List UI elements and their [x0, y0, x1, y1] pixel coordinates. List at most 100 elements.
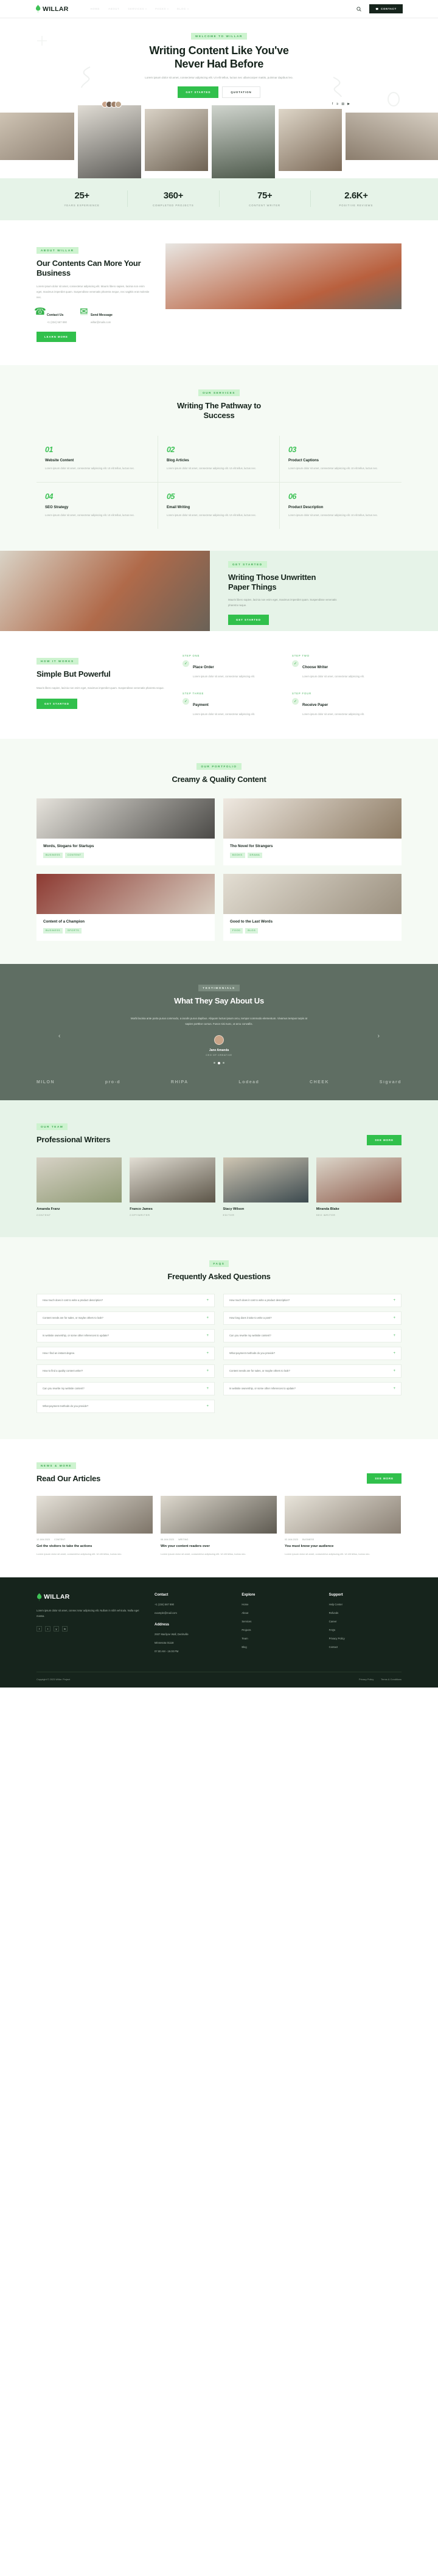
team-see-more-button[interactable]: SEE MORE [367, 1134, 401, 1145]
next-arrow-icon[interactable]: › [378, 1033, 380, 1039]
footer-link-privacy[interactable]: Privacy Policy [329, 1637, 401, 1640]
member-name: Amanda Franz [36, 1207, 60, 1211]
team-member[interactable]: Stacy Wilson EDITOR [223, 1157, 308, 1216]
facebook-icon[interactable]: f [332, 102, 333, 106]
service-card[interactable]: 05 Email Writing Lorem ipsum dolor sit a… [158, 483, 280, 529]
twitter-icon[interactable]: t [45, 1626, 50, 1632]
service-card[interactable]: 04 SEO Strategy Lorem ipsum dolor sit am… [36, 483, 158, 529]
footer-logo[interactable]: WILLAR [36, 1593, 140, 1601]
footer-link-projects[interactable]: Projects [242, 1628, 314, 1632]
testimonial-title: What They Say About Us [174, 996, 264, 1005]
faq-item[interactable]: Content needs are for sales, or maybe ot… [223, 1364, 401, 1378]
plus-icon: + [206, 1369, 209, 1373]
footer-link-help-center[interactable]: Help Center [329, 1603, 401, 1606]
service-number: 06 [288, 492, 296, 501]
faq-item[interactable]: What payment methods do you provide? + [223, 1346, 401, 1360]
contact-us-value[interactable]: +1 (234) 567 890 [47, 321, 67, 324]
faq-item[interactable]: Is website ownership, or some other refe… [36, 1328, 215, 1342]
footer-privacy-policy-link[interactable]: Privacy Policy [359, 1678, 374, 1681]
portfolio-card[interactable]: Words, Slogans for Startups BUSINESS CONT… [36, 798, 215, 865]
prev-arrow-icon[interactable]: ‹ [58, 1033, 60, 1039]
nav-item-about[interactable]: ABOUT [108, 7, 119, 10]
service-desc: Lorem ipsum dolor sit amet, consectetur … [166, 466, 257, 470]
footer-link-team[interactable]: Team [242, 1637, 314, 1640]
youtube-icon[interactable]: ▶ [347, 102, 350, 106]
faq-eyebrow: FAQS [209, 1260, 229, 1267]
footer-hours: 07.00 AM - 19.00 PM [155, 1649, 179, 1653]
linkedin-icon[interactable]: in [62, 1626, 68, 1632]
portfolio-tag[interactable]: FOOD [230, 927, 243, 934]
faq-item[interactable]: How I find an instant degree. + [36, 1346, 215, 1360]
faq-item[interactable]: How long does it take to write a post? + [223, 1311, 401, 1325]
get-started-button[interactable]: GET STARTED [178, 86, 219, 98]
cta-button[interactable]: GET STARTED [228, 615, 269, 626]
portfolio-card[interactable]: Content of a Champion BUSINESS SPORTS [36, 873, 215, 941]
footer-link-blog[interactable]: Blog [242, 1646, 314, 1649]
portfolio-tag[interactable]: BOOKS [230, 852, 245, 858]
portfolio-card[interactable]: Tho Novel for Strangers BOOKS DRAMA [223, 798, 401, 865]
portfolio-tag[interactable]: DRAMA [247, 852, 263, 858]
faq-item[interactable]: Can you rewrite my website content? + [223, 1328, 401, 1342]
faq-item[interactable]: Content needs are for sales, or maybe ot… [36, 1311, 215, 1325]
footer-link-refunds[interactable]: Refunds [329, 1611, 401, 1614]
footer-terms-link[interactable]: Terms & Conditions [381, 1678, 401, 1681]
footer-link-career[interactable]: Career [329, 1620, 401, 1623]
footer-phone[interactable]: +1 (234) 567 890 [155, 1603, 227, 1606]
carousel-dot-active[interactable] [218, 1062, 220, 1065]
faq-item[interactable]: Can you rewrite my website content? + [36, 1381, 215, 1395]
gallery-image [78, 105, 141, 178]
footer-link-faqs[interactable]: FAQs [329, 1628, 401, 1632]
learn-more-button[interactable]: LEARN MORE [36, 332, 76, 343]
nav-item-home[interactable]: HOME [91, 7, 100, 10]
about-contacts: ☎ Contact Us +1 (234) 567 890 ✉ Send Mes… [34, 307, 150, 324]
blog-post[interactable]: 12 JAN 2023 CONTENT Get the visitors to t… [36, 1496, 153, 1557]
logo[interactable]: WILLAR [35, 5, 69, 13]
nav-item-blog[interactable]: BLOG [177, 7, 189, 10]
portfolio-tag[interactable]: CONTENT [65, 852, 84, 858]
blog-header: NEWS & MORE Read Our Articles SEE MORE [36, 1459, 401, 1484]
team-member[interactable]: Miranda Blake SEO WRITER [316, 1157, 401, 1216]
footer-email[interactable]: example@mail.com [155, 1611, 227, 1614]
nav-item-pages[interactable]: PAGES [155, 7, 169, 10]
quotation-button[interactable]: QUOTATION [222, 86, 260, 98]
service-card[interactable]: 03 Product Captions Lorem ipsum dolor si… [279, 436, 401, 483]
footer-link-home[interactable]: Home [242, 1603, 314, 1606]
team-member[interactable]: Franco James COPYWRITER [130, 1157, 215, 1216]
footer-link-services[interactable]: Services [242, 1620, 314, 1623]
faq-item[interactable]: Is website ownership, or some other refe… [223, 1381, 401, 1395]
team-member[interactable]: Amanda Franz CONTENT [36, 1157, 122, 1216]
service-card[interactable]: 06 Product Description Lorem ipsum dolor… [280, 483, 401, 529]
footer-link-contact[interactable]: Contact [329, 1646, 401, 1649]
footer-explore-column: Explore Home About Services Projects Tea… [242, 1593, 314, 1658]
how-get-started-button[interactable]: GET STARTED [36, 698, 77, 709]
site-footer: WILLAR Lorem ipsum dolor sit amet, conse… [0, 1577, 438, 1688]
blog-see-more-button[interactable]: SEE MORE [367, 1473, 401, 1484]
footer-brand-column: WILLAR Lorem ipsum dolor sit amet, conse… [36, 1593, 140, 1658]
footer-link-about[interactable]: About [242, 1611, 314, 1614]
portfolio-tag[interactable]: BLOG [245, 927, 259, 934]
portfolio-tag[interactable]: BUSINESS [43, 927, 63, 934]
portfolio-tag[interactable]: SPORTS [65, 927, 82, 934]
service-card[interactable]: 02 Blog Articles Lorem ipsum dolor sit a… [158, 435, 280, 483]
send-message-value[interactable]: willar@mails.com [91, 321, 113, 324]
faq-item[interactable]: How much does it cost to write a product… [36, 1293, 215, 1307]
plus-icon: + [393, 1386, 395, 1391]
contact-button[interactable]: ☎ CONTACT [369, 4, 403, 13]
instagram-icon[interactable]: ▤ [341, 102, 344, 106]
twitter-icon[interactable]: ➲ [336, 102, 338, 106]
brand-logo: CHEEK [310, 1080, 330, 1085]
faq-item[interactable]: How to find a quality content writer? + [36, 1364, 215, 1378]
blog-post[interactable]: 08 JAN 2023 WRITING Win your content read… [161, 1496, 277, 1557]
carousel-dot[interactable] [214, 1062, 215, 1064]
nav-item-services[interactable]: SERVICES [128, 7, 147, 10]
portfolio-card[interactable]: Good to the Last Words FOOD BLOG [223, 873, 401, 941]
service-card[interactable]: 01 Website Content Lorem ipsum dolor sit… [36, 435, 158, 483]
facebook-icon[interactable]: f [36, 1626, 42, 1632]
portfolio-tag[interactable]: BUSINESS [43, 852, 63, 858]
blog-post[interactable]: 02 JAN 2023 BUSINESS You must know your a… [285, 1496, 401, 1557]
youtube-icon[interactable]: y [54, 1626, 59, 1632]
faq-item[interactable]: What payment methods do you provide? + [36, 1399, 215, 1413]
carousel-dot[interactable] [223, 1062, 224, 1064]
faq-item[interactable]: How much does it cost to write a product… [223, 1293, 401, 1307]
search-icon[interactable] [356, 6, 361, 12]
